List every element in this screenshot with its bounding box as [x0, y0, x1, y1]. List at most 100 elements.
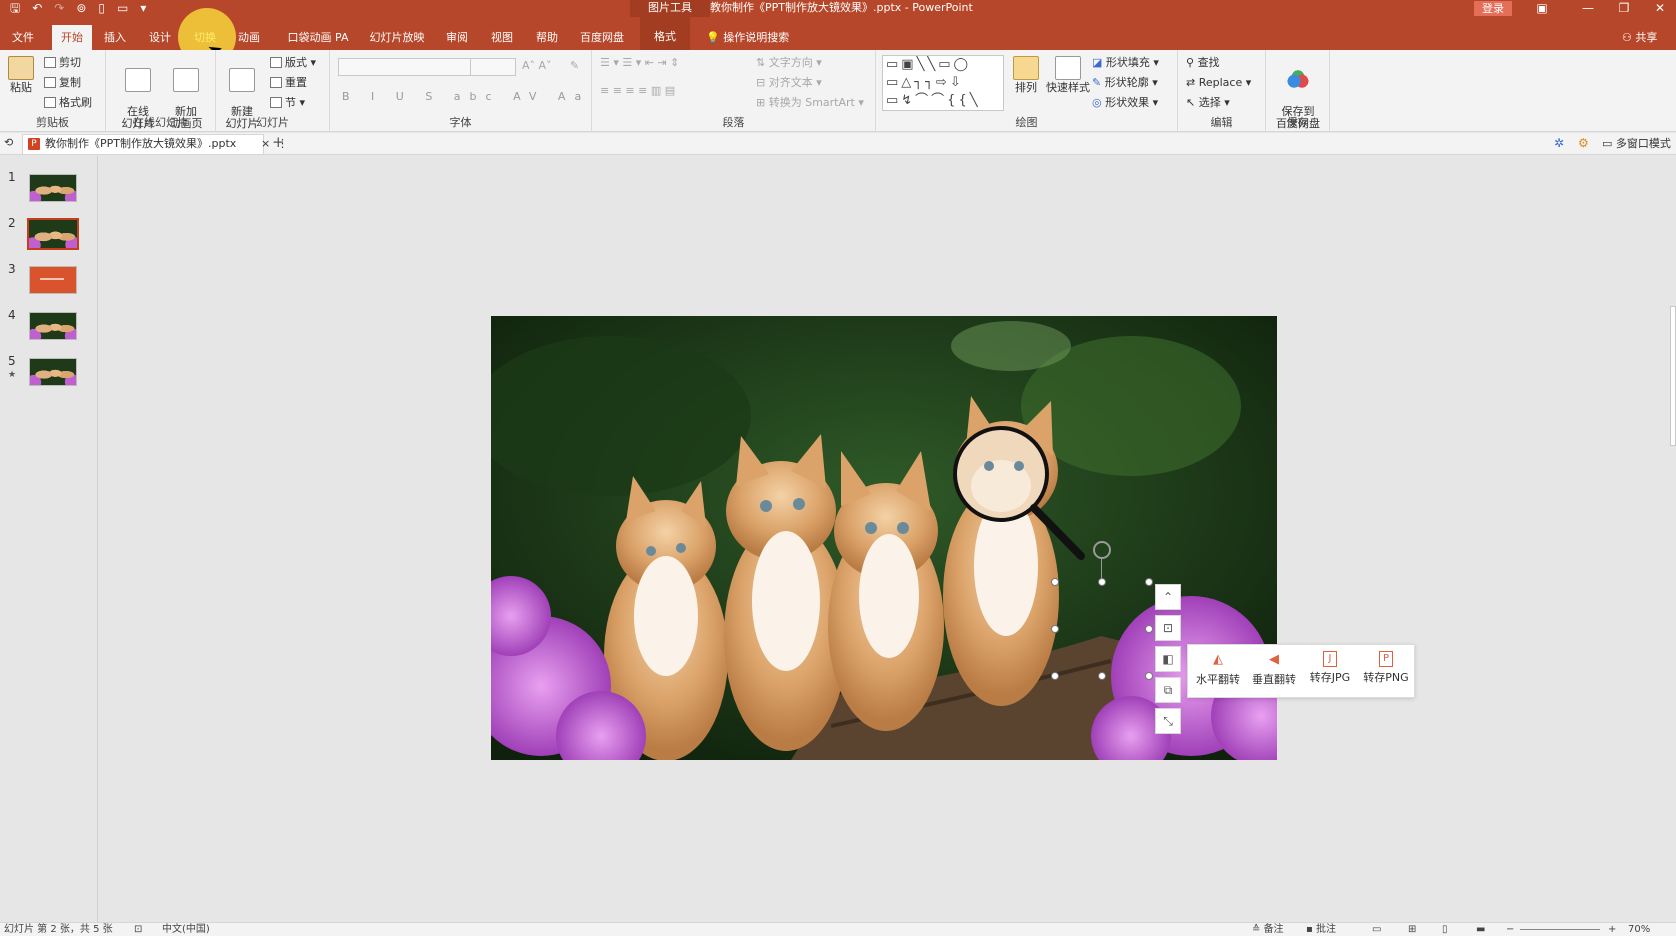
tab-design[interactable]: 设计	[145, 27, 175, 50]
bring-forward-icon[interactable]: ⌃	[1155, 584, 1181, 610]
settings-gear-icon[interactable]: ⚙	[1578, 136, 1589, 150]
redo-icon[interactable]: ↷	[54, 1, 64, 16]
thumb-number: 1	[8, 170, 16, 184]
tab-review[interactable]: 审阅	[442, 27, 472, 50]
tab-help[interactable]: 帮助	[532, 27, 562, 50]
arrange-button[interactable]: 排列	[1010, 56, 1042, 94]
shape-outline-button[interactable]: ✎ 形状轮廓 ▾	[1092, 76, 1158, 90]
minimize-icon[interactable]: —	[1568, 0, 1608, 16]
tab-nav-icon[interactable]: ⟲	[4, 136, 13, 149]
select-button[interactable]: ↖ 选择 ▾	[1186, 96, 1230, 110]
save-icon[interactable]: 🖫	[10, 1, 20, 16]
flip-vertical-button[interactable]: ◀ 垂直翻转	[1248, 651, 1300, 687]
shapes-gallery[interactable]: ▭▣╲╲▭◯ ▭△┐┐⇨⇩ ▭↯⌒⌒{{╲	[882, 55, 1004, 111]
document-tab[interactable]: P 教你制作《PPT制作放大镜效果》.pptx × ⋮	[22, 134, 288, 154]
slide-sorter-icon[interactable]: ⊞	[1408, 924, 1416, 936]
resize-handle[interactable]	[1051, 672, 1059, 680]
close-tab-icon[interactable]: ×	[261, 135, 270, 153]
resize-handle[interactable]	[1051, 625, 1059, 633]
add-tab-icon[interactable]: +	[272, 133, 285, 151]
quick-styles-button[interactable]: 快速样式	[1044, 56, 1092, 94]
tab-home[interactable]: 开始	[52, 25, 92, 50]
slideshow-view-icon[interactable]: ▬	[1476, 924, 1485, 936]
align-text-button[interactable]: ⊟ 对齐文本 ▾	[756, 76, 822, 90]
resize-handle[interactable]	[1098, 578, 1106, 586]
resize-handle[interactable]	[1145, 625, 1153, 633]
tab-slideshow[interactable]: 幻灯片放映	[368, 27, 426, 50]
tab-view[interactable]: 视图	[487, 27, 517, 50]
slide-thumbnail-selected[interactable]	[27, 218, 79, 250]
section-button[interactable]: 节 ▾	[270, 96, 305, 110]
share-label: 共享	[1635, 31, 1658, 44]
copy-button[interactable]: 复制	[44, 76, 81, 90]
share-button[interactable]: ⚇ 共享	[1622, 27, 1657, 49]
selected-shape-bounds[interactable]	[1051, 578, 1153, 680]
zoom-in-icon[interactable]: +	[1608, 924, 1616, 936]
zoom-slider[interactable]	[1520, 929, 1600, 930]
tab-format[interactable]: 格式	[640, 17, 690, 50]
resize-handle[interactable]	[1145, 672, 1153, 680]
vertical-scrollbar[interactable]	[1670, 156, 1676, 922]
find-button[interactable]: ⚲ 查找	[1186, 56, 1220, 70]
tab-pocket-animation[interactable]: 口袋动画 PA	[286, 27, 350, 50]
reading-view-icon[interactable]: ▯	[1442, 924, 1448, 936]
format-painter-button[interactable]: 格式刷	[44, 96, 92, 110]
resize-handle[interactable]	[1145, 578, 1153, 586]
multi-window-button[interactable]: ▭ 多窗口模式	[1602, 135, 1671, 153]
customize-icon[interactable]: ▾	[140, 1, 146, 16]
tab-file[interactable]: 文件	[6, 27, 40, 50]
paste-button[interactable]: 粘贴	[6, 56, 36, 94]
font-format-buttons[interactable]: B I U S abc AV Aa	[342, 90, 590, 103]
replace-button[interactable]: ⇄ Replace ▾	[1186, 76, 1251, 90]
layers-icon[interactable]: ◧	[1155, 646, 1181, 672]
shape-effects-button[interactable]: ◎ 形状效果 ▾	[1092, 96, 1158, 110]
cut-button[interactable]: 剪切	[44, 56, 81, 70]
resize-handle[interactable]	[1051, 578, 1059, 586]
duplicate-icon[interactable]: ⧉	[1155, 677, 1181, 703]
normal-view-icon[interactable]: ▭	[1372, 924, 1381, 936]
grow-font-icon[interactable]: A˄ A˅	[522, 59, 552, 73]
slide-thumbnail[interactable]	[29, 266, 77, 294]
zoom-level[interactable]: 70%	[1628, 924, 1650, 936]
rotate-handle-icon[interactable]	[1093, 541, 1111, 559]
magic-icon[interactable]: ✲	[1554, 136, 1564, 150]
zoom-out-icon[interactable]: −	[1506, 924, 1514, 936]
title-bar: 🖫 ↶ ↷ ⊚ ▯ ▭ ▾ 图片工具 教你制作《PPT制作放大镜效果》.pptx…	[0, 0, 1676, 17]
bullets-icon[interactable]: ☰ ▾ ☰ ▾ ⇤ ⇥ ⇕	[600, 56, 679, 70]
align-icons[interactable]: ≡ ≡ ≡ ≡ ▥ ▤	[600, 84, 675, 98]
font-size-input[interactable]	[470, 58, 516, 76]
tab-insert[interactable]: 插入	[100, 27, 130, 50]
tab-animations[interactable]: 动画	[234, 27, 264, 50]
save-jpg-button[interactable]: J 转存JPG	[1304, 651, 1356, 685]
flip-horizontal-button[interactable]: ◭ 水平翻转	[1192, 651, 1244, 687]
login-button[interactable]: 登录	[1474, 1, 1512, 16]
slide-thumbnail[interactable]	[29, 358, 77, 386]
close-icon[interactable]: ✕	[1640, 0, 1676, 16]
crop-icon[interactable]: ⊡	[1155, 615, 1181, 641]
save-png-button[interactable]: P 转存PNG	[1360, 651, 1412, 685]
tab-baidu-netdisk[interactable]: 百度网盘	[578, 27, 626, 50]
language-status[interactable]: 中文(中国)	[162, 924, 210, 936]
layout-button[interactable]: 版式 ▾	[270, 56, 316, 70]
slide-thumbnail[interactable]	[29, 174, 77, 202]
touch-mode-icon[interactable]: ⊚	[76, 1, 86, 16]
comments-button[interactable]: ▪ 批注	[1306, 924, 1336, 936]
reset-button[interactable]: 重置	[270, 76, 307, 90]
smartart-button[interactable]: ⊞ 转换为 SmartArt ▾	[756, 96, 864, 110]
ribbon-display-icon[interactable]: ▣	[1522, 0, 1562, 16]
accessibility-icon[interactable]: ⊡	[134, 924, 142, 936]
undo-icon[interactable]: ↶	[32, 1, 42, 16]
resize-diagonal-icon[interactable]: ⤡	[1155, 708, 1181, 734]
new-file-icon[interactable]: ▯	[98, 1, 105, 16]
slide-thumbnail[interactable]	[29, 312, 77, 340]
restore-icon[interactable]: ❐	[1604, 0, 1644, 16]
clear-format-icon[interactable]: ✎	[570, 59, 579, 73]
font-name-input[interactable]	[338, 58, 472, 76]
scrollbar-thumb[interactable]	[1670, 306, 1676, 446]
shape-fill-button[interactable]: ◪ 形状填充 ▾	[1092, 56, 1159, 70]
text-direction-button[interactable]: ⇅ 文字方向 ▾	[756, 56, 822, 70]
open-folder-icon[interactable]: ▭	[117, 1, 128, 16]
resize-handle[interactable]	[1098, 672, 1106, 680]
notes-button[interactable]: ≙ 备注	[1252, 924, 1284, 936]
tell-me-search[interactable]: 💡 操作说明搜索	[706, 27, 789, 49]
